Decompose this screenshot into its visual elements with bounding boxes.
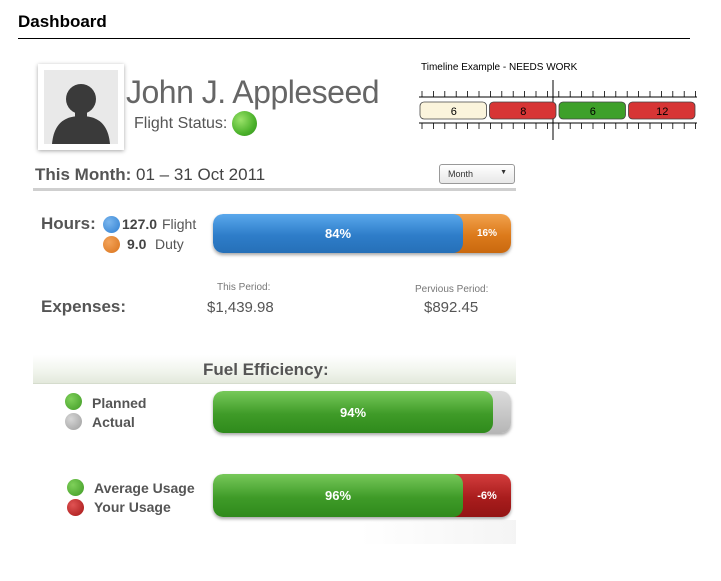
planned-legend-dot — [65, 393, 82, 410]
flight-status-indicator — [232, 111, 257, 136]
flight-status-label: Flight Status: — [134, 115, 228, 132]
duty-percent-label: 16% — [476, 228, 497, 239]
month-label: This Month: — [35, 165, 132, 184]
hours-progress-bar: 84% 16% — [213, 214, 511, 253]
month-divider — [33, 188, 516, 191]
average-usage-percent-label: 96% — [324, 488, 352, 503]
period-select-value: Month — [448, 169, 474, 179]
timeline: 6 8 6 12 — [419, 80, 697, 140]
decorative-fade — [360, 520, 516, 544]
flight-hours-value: 127.0 — [122, 216, 158, 232]
flight-hours-label: Flight — [162, 216, 197, 232]
your-usage-percent-label: -6% — [477, 489, 497, 502]
your-usage-legend-dot — [67, 499, 84, 516]
user-name: John J. Appleseed — [126, 74, 380, 110]
page-title: Dashboard — [18, 12, 107, 31]
timeline-chart: 6 8 6 12 — [419, 80, 697, 140]
average-usage-legend-dot — [67, 479, 84, 496]
period-select[interactable]: Month ▼ — [439, 164, 515, 184]
this-period-label: This Period: — [217, 282, 271, 293]
planned-percent-label: 94% — [339, 404, 367, 420]
your-usage-label: Your Usage — [94, 499, 171, 515]
actual-legend-dot — [65, 413, 82, 430]
planned-label: Planned — [92, 395, 147, 411]
month-range: 01 – 31 Oct 2011 — [136, 165, 266, 184]
flight-legend-dot — [103, 216, 120, 233]
header-divider — [18, 38, 690, 39]
timeline-segment-label: 12 — [656, 106, 668, 118]
flight-percent-label: 84% — [324, 226, 352, 241]
user-silhouette-icon — [52, 84, 110, 144]
actual-label: Actual — [92, 414, 135, 430]
duty-legend-dot — [103, 236, 120, 253]
fuel-efficiency-bar: 94% — [213, 391, 511, 433]
timeline-segment-label: 6 — [451, 106, 457, 118]
duty-hours-value: 9.0 — [127, 236, 147, 252]
expenses-label: Expenses: — [41, 297, 127, 316]
hours-label: Hours: — [41, 214, 96, 233]
average-usage-label: Average Usage — [94, 480, 195, 496]
timeline-title: Timeline Example - NEEDS WORK — [421, 62, 578, 73]
previous-period-value: $892.45 — [424, 299, 479, 316]
avatar — [38, 64, 124, 150]
chevron-down-icon: ▼ — [500, 169, 507, 176]
this-period-value: $1,439.98 — [207, 299, 274, 316]
timeline-segment-label: 8 — [520, 106, 526, 118]
previous-period-label: Pervious Period: — [415, 284, 489, 295]
timeline-segment-label: 6 — [590, 106, 596, 118]
fuel-title: Fuel Efficiency: — [203, 360, 329, 379]
usage-bar: 96% -6% — [213, 474, 511, 517]
month-heading: This Month: 01 – 31 Oct 2011 — [35, 165, 265, 185]
duty-hours-label: Duty — [155, 236, 184, 252]
